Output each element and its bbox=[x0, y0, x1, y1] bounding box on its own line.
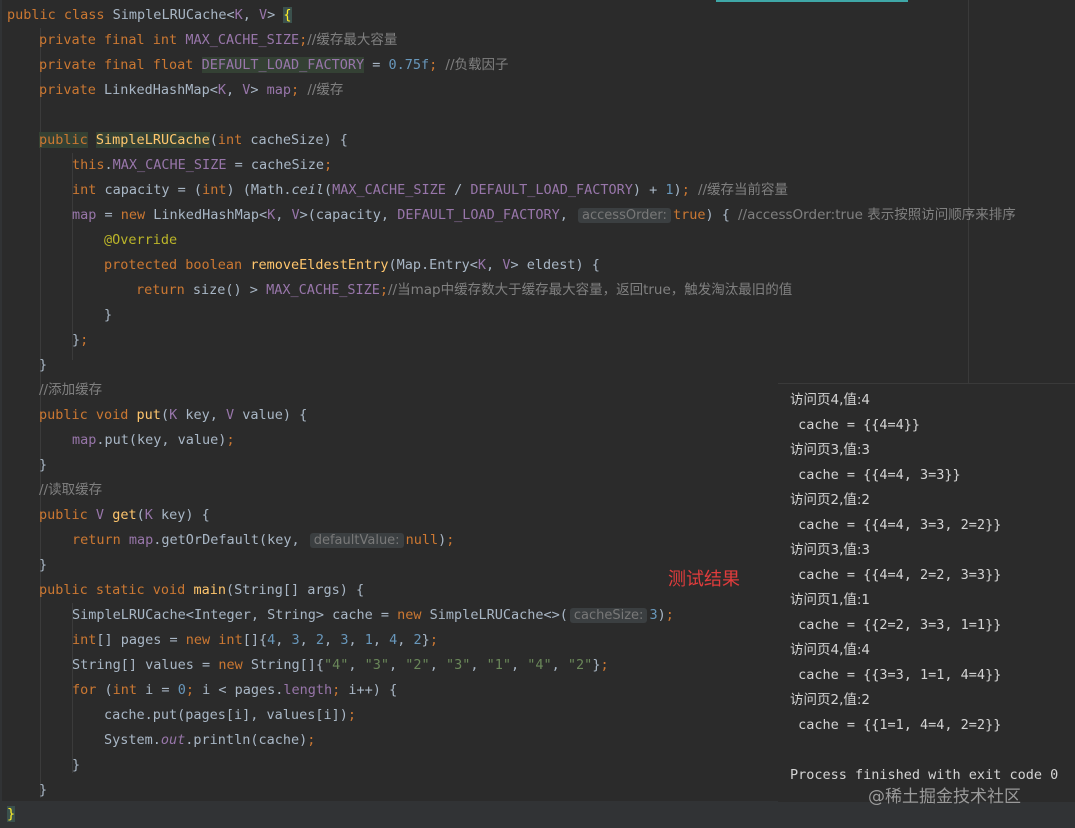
param-hint-cache-size: cacheSize: bbox=[569, 608, 648, 623]
code-line-17: public void put(K key, V value) { bbox=[39, 407, 308, 423]
code-line-18: map.put(key, value); bbox=[72, 432, 235, 448]
console-line: cache = {{1=1, 4=4, 2=2}} bbox=[790, 717, 1002, 733]
code-line-26: int[] pages = new int[]{4, 3, 2, 3, 1, 4… bbox=[72, 632, 438, 648]
code-line-8: int capacity = (int) (Math.ceil(MAX_CACH… bbox=[72, 182, 789, 198]
console-line: 访问页1,值:1 bbox=[790, 592, 871, 608]
console-line: cache = {{3=3, 1=1, 4=4}} bbox=[790, 667, 1002, 683]
code-line-10: @Override bbox=[104, 232, 178, 248]
console-line: cache = {{4=4, 3=3}} bbox=[790, 467, 961, 483]
console-line: 访问页4,值:4 bbox=[790, 642, 871, 658]
console-line: 访问页3,值:3 bbox=[790, 542, 871, 558]
code-line-14: }; bbox=[72, 332, 89, 348]
code-line-29: cache.put(pages[i], values[i]); bbox=[104, 707, 356, 723]
right-margin-guide bbox=[968, 0, 969, 383]
code-line-23: } bbox=[39, 557, 48, 573]
code-line-32: } bbox=[39, 782, 48, 798]
code-line-15: } bbox=[39, 357, 48, 373]
code-line-9: map = new LinkedHashMap<K, V>(capacity, … bbox=[72, 207, 1016, 223]
code-line-31: } bbox=[72, 757, 81, 773]
code-line-1: public class SimpleLRUCache<K, V> { bbox=[7, 7, 292, 23]
console-line: cache = {{2=2, 3=3, 1=1}} bbox=[790, 617, 1002, 633]
editor-tab-indicator bbox=[716, 0, 908, 2]
code-line-30: System.out.println(cache); bbox=[104, 732, 316, 748]
code-line-13: } bbox=[104, 307, 113, 323]
code-line-27: String[] values = new String[]{"4", "3",… bbox=[72, 657, 609, 673]
code-line-21: public V get(K key) { bbox=[39, 507, 210, 523]
watermark: @稀土掘金技术社区 bbox=[868, 787, 1021, 807]
editor-gutter bbox=[0, 0, 2, 828]
param-hint-default-value: defaultValue: bbox=[309, 533, 404, 548]
console-line: 访问页2,值:2 bbox=[790, 492, 871, 508]
matched-brace: { bbox=[283, 7, 292, 23]
console-line: cache = {{4=4}} bbox=[790, 417, 921, 433]
code-line-2: private final int MAX_CACHE_SIZE;//缓存最大容… bbox=[39, 32, 398, 48]
code-line-4: private LinkedHashMap<K, V> map; //缓存 bbox=[39, 82, 344, 98]
code-line-11: protected boolean removeEldestEntry(Map.… bbox=[104, 257, 600, 273]
code-line-25: SimpleLRUCache<Integer, String> cache = … bbox=[72, 607, 674, 623]
code-line-16: //添加缓存 bbox=[39, 382, 103, 398]
console-line: cache = {{4=4, 3=3, 2=2}} bbox=[790, 517, 1002, 533]
run-console-output[interactable]: 访问页4,值:4 cache = {{4=4}} 访问页3,值:3 cache … bbox=[778, 383, 1075, 802]
code-line-19: } bbox=[39, 457, 48, 473]
code-line-7: this.MAX_CACHE_SIZE = cacheSize; bbox=[72, 157, 333, 173]
code-line-12: return size() > MAX_CACHE_SIZE;//当map中缓存… bbox=[136, 282, 793, 298]
code-line-6: public SimpleLRUCache(int cacheSize) { bbox=[39, 132, 348, 148]
code-line-20: //读取缓存 bbox=[39, 482, 103, 498]
console-line: 访问页2,值:2 bbox=[790, 692, 871, 708]
code-line-22: return map.getOrDefault(key, defaultValu… bbox=[72, 532, 455, 548]
param-hint-access-order: accessOrder: bbox=[578, 208, 671, 223]
console-line: 访问页3,值:3 bbox=[790, 442, 871, 458]
code-line-24: public static void main(String[] args) { bbox=[39, 582, 365, 598]
test-result-label: 测试结果 bbox=[668, 569, 740, 590]
console-line: 访问页4,值:4 bbox=[790, 392, 871, 408]
code-line-3: private final float DEFAULT_LOAD_FACTORY… bbox=[39, 57, 509, 73]
code-line-28: for (int i = 0; i < pages.length; i++) { bbox=[72, 682, 398, 698]
console-line: cache = {{4=4, 2=2, 3=3}} bbox=[790, 567, 1002, 583]
code-line-33: } bbox=[7, 802, 16, 827]
matched-brace: } bbox=[7, 806, 16, 822]
